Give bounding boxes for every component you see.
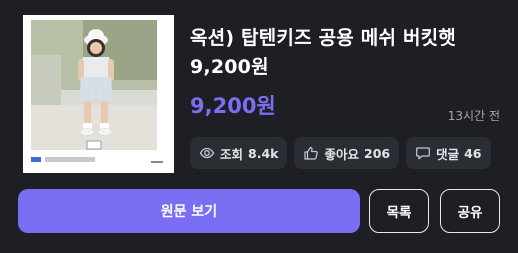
views-label: 조회	[220, 146, 244, 162]
deal-card: 옥션) 탑텐키즈 공용 메쉬 버킷햇 9,200원 9,200원 13시간 전 …	[0, 0, 518, 253]
views-value: 8.4k	[248, 145, 279, 161]
stats-row: 조회 8.4k 좋아요 206 댓글 46	[190, 137, 491, 169]
views-chip: 조회 8.4k	[190, 137, 288, 169]
item-price: 9,200원	[190, 94, 276, 118]
thumbs-up-icon	[304, 146, 319, 160]
likes-chip[interactable]: 좋아요 206	[294, 137, 400, 169]
product-photo-image	[23, 15, 174, 173]
list-button[interactable]: 목록	[369, 189, 429, 233]
item-title-line1: 옥션) 탑텐키즈 공용 메쉬 버킷햇	[190, 27, 456, 49]
view-original-button[interactable]: 원문 보기	[18, 189, 360, 233]
comments-chip[interactable]: 댓글 46	[406, 137, 491, 169]
posted-time: 13시간 전	[447, 109, 500, 123]
item-title[interactable]: 옥션) 탑텐키즈 공용 메쉬 버킷햇 9,200원	[190, 24, 510, 82]
comments-value: 46	[464, 145, 482, 161]
eye-icon	[199, 147, 215, 159]
product-thumbnail[interactable]	[23, 15, 174, 173]
item-title-line2: 9,200원	[190, 56, 269, 78]
likes-label: 좋아요	[324, 146, 359, 162]
speech-bubble-icon	[416, 147, 430, 160]
likes-value: 206	[364, 145, 391, 161]
comments-label: 댓글	[436, 146, 460, 162]
share-button[interactable]: 공유	[440, 189, 500, 233]
